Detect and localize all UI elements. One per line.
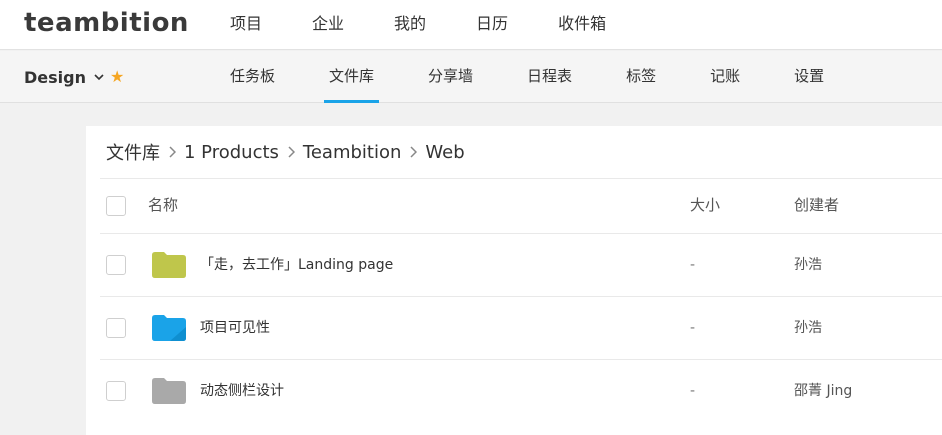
table-row[interactable]: 动态侧栏设计 - 邵菁 Jing xyxy=(100,359,942,422)
file-library-panel: 文件库 1 Products Teambition Web 名称 大小 创建者 … xyxy=(86,126,942,435)
star-icon[interactable]: ★ xyxy=(110,69,124,85)
chevron-right-icon xyxy=(410,146,418,158)
top-nav-projects[interactable]: 项目 xyxy=(230,0,262,50)
top-nav-calendar[interactable]: 日历 xyxy=(476,0,508,50)
chevron-right-icon xyxy=(288,146,295,158)
file-table: 名称 大小 创建者 「走，去工作」Landing page - 孙浩 项目可见性… xyxy=(100,178,942,422)
tab-tasks[interactable]: 任务板 xyxy=(230,51,275,103)
project-name: Design xyxy=(24,67,86,87)
tab-settings[interactable]: 设置 xyxy=(794,51,824,103)
table-row[interactable]: 「走，去工作」Landing page - 孙浩 xyxy=(100,233,942,296)
file-creator: 邵菁 Jing xyxy=(794,383,853,399)
breadcrumb-item-library[interactable]: 文件库 xyxy=(106,139,160,165)
file-creator: 孙浩 xyxy=(794,257,822,273)
file-size: - xyxy=(690,383,696,399)
top-nav-enterprise[interactable]: 企业 xyxy=(312,0,344,50)
top-nav-mine[interactable]: 我的 xyxy=(394,0,426,50)
file-size: - xyxy=(690,257,696,273)
project-tabs: 任务板 文件库 分享墙 日程表 标签 记账 设置 xyxy=(230,51,824,103)
top-nav-inbox[interactable]: 收件箱 xyxy=(558,0,606,50)
chevron-down-icon xyxy=(94,74,104,81)
file-creator: 孙浩 xyxy=(794,320,822,336)
tab-schedule[interactable]: 日程表 xyxy=(527,51,572,103)
row-checkbox[interactable] xyxy=(106,318,126,338)
tab-tags[interactable]: 标签 xyxy=(626,51,656,103)
file-name[interactable]: 「走，去工作」Landing page xyxy=(200,234,393,297)
breadcrumb: 文件库 1 Products Teambition Web xyxy=(106,126,465,178)
row-checkbox[interactable] xyxy=(106,255,126,275)
project-bar: Design ★ 任务板 文件库 分享墙 日程表 标签 记账 设置 xyxy=(0,51,942,103)
file-name[interactable]: 动态侧栏设计 xyxy=(200,360,284,423)
table-row[interactable]: 项目可见性 - 孙浩 xyxy=(100,296,942,359)
top-bar: teambition 项目 企业 我的 日历 收件箱 xyxy=(0,0,942,50)
top-nav: 项目 企业 我的 日历 收件箱 xyxy=(230,0,656,50)
tab-bookkeeping[interactable]: 记账 xyxy=(710,51,740,103)
breadcrumb-item-products[interactable]: 1 Products xyxy=(184,142,279,163)
folder-icon xyxy=(152,252,186,278)
file-size: - xyxy=(690,320,696,336)
file-name[interactable]: 项目可见性 xyxy=(200,297,270,360)
breadcrumb-item-web[interactable]: Web xyxy=(425,142,464,163)
select-all-checkbox[interactable] xyxy=(106,196,126,216)
column-header-creator[interactable]: 创建者 xyxy=(794,179,839,231)
column-header-name[interactable]: 名称 xyxy=(148,179,178,231)
app-logo[interactable]: teambition xyxy=(24,8,189,38)
column-header-size[interactable]: 大小 xyxy=(690,179,720,231)
tab-share-wall[interactable]: 分享墙 xyxy=(428,51,473,103)
breadcrumb-item-teambition[interactable]: Teambition xyxy=(303,142,401,163)
table-header: 名称 大小 创建者 xyxy=(100,178,942,233)
folder-icon xyxy=(152,378,186,404)
shared-folder-icon xyxy=(152,315,186,341)
row-checkbox[interactable] xyxy=(106,381,126,401)
tab-files[interactable]: 文件库 xyxy=(324,51,380,103)
chevron-right-icon xyxy=(169,146,176,158)
project-switcher[interactable]: Design ★ xyxy=(24,51,124,103)
